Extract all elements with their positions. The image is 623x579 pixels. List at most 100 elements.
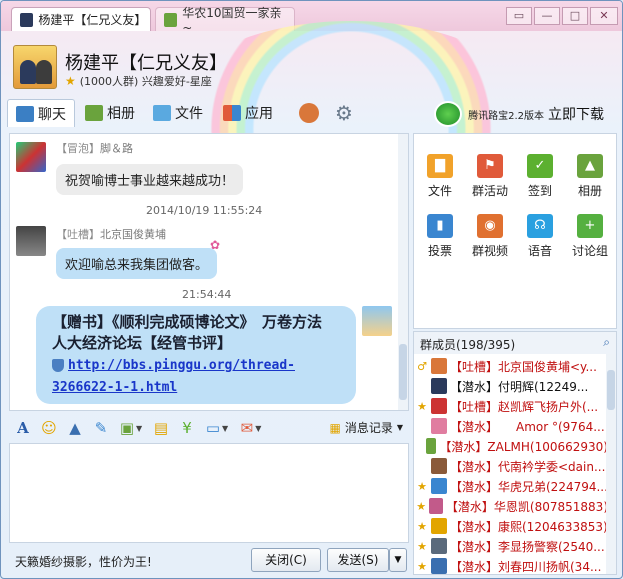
member-list-header: 群成员(198/395): [414, 332, 616, 354]
tab-album[interactable]: 相册: [85, 99, 135, 127]
member-avatar: [431, 418, 447, 434]
money-icon: ¥: [182, 419, 192, 437]
app-discussion[interactable]: + 讨论组: [566, 214, 614, 259]
chevron-down-icon: ▼: [255, 423, 262, 433]
member-row[interactable]: 【潜水】代南衿学委<dain...: [414, 456, 608, 476]
search-icon[interactable]: ⌕: [603, 335, 610, 350]
member-avatar: [431, 458, 447, 474]
group-tab-icon: [20, 12, 34, 27]
member-avatar: [431, 378, 447, 394]
member-row[interactable]: ★ 【潜水】华虎兄弟(224794...: [414, 476, 608, 496]
restore-button[interactable]: ▭: [506, 7, 532, 25]
member-row[interactable]: ♂ 【吐槽】北京国俊黄埔<y...: [414, 356, 608, 376]
member-badge-icon: ★: [417, 399, 427, 413]
member-badge-icon: ♂: [417, 359, 427, 373]
apps-icon: [223, 105, 241, 121]
send-button[interactable]: 发送(S): [327, 548, 389, 572]
chat-history[interactable]: 【冒泡】脚＆路 祝贺喻博士事业越来越成功！ 2014/10/19 11:55:2…: [9, 133, 409, 411]
ad-text[interactable]: 天籁婚纱摄影，性价为王!: [15, 553, 152, 570]
close-window-button[interactable]: ✕: [590, 7, 618, 25]
message-link[interactable]: http://bbs.pinggu.org/thread-3266622-1-1…: [52, 358, 295, 395]
member-avatar: [431, 558, 447, 574]
sender-name[interactable]: 北京国俊黄埔: [100, 228, 166, 241]
chevron-down-icon: ▼: [222, 423, 229, 433]
download-link[interactable]: 立即下载: [548, 104, 604, 124]
group-header: 杨建平【仁兄义友】 ★ (1000人群) 兴趣爱好-星座: [1, 21, 622, 201]
folder-icon: [153, 105, 171, 121]
message-input[interactable]: [9, 443, 409, 543]
send-options-button[interactable]: ▼: [389, 548, 407, 572]
member-name: 【潜水】代南衿学委<dain...: [450, 459, 606, 474]
sender-name[interactable]: 脚＆路: [100, 142, 133, 155]
font-button[interactable]: A: [13, 418, 33, 438]
member-avatar: [429, 498, 443, 514]
tab-chat[interactable]: 聊天: [7, 99, 75, 127]
tab-apps-label: 应用: [245, 106, 273, 122]
settings-button[interactable]: ⚙: [335, 99, 353, 127]
download-banner[interactable]: 腾讯路宝2.2版本 立即下载: [434, 101, 604, 127]
app-album[interactable]: ▲ 相册: [566, 154, 614, 199]
app-voice[interactable]: ☊ 语音: [516, 214, 564, 259]
flag-icon: ⚑: [477, 154, 503, 178]
self-avatar[interactable]: [362, 306, 392, 336]
message-history-button[interactable]: ▦ 消息记录 ▼: [329, 419, 403, 436]
app-vote[interactable]: ▮ 投票: [416, 214, 464, 259]
tab-chat-label: 聊天: [38, 106, 66, 123]
member-name: 【吐槽】北京国俊黄埔<y...: [450, 359, 597, 374]
group-info: (1000人群) 兴趣爱好-星座: [79, 75, 212, 88]
chat-scrollbar[interactable]: [398, 134, 408, 410]
member-name: 【潜水】ZALMH(100662930): [439, 439, 608, 454]
message-bubble: 祝贺喻博士事业越来越成功！: [56, 164, 244, 195]
app-group-video[interactable]: ◉ 群视频: [466, 214, 514, 259]
group-name: 杨建平【仁兄义友】: [65, 53, 227, 74]
magic-button[interactable]: ▲: [65, 418, 85, 438]
minimize-button[interactable]: —: [534, 7, 560, 25]
app-label: 群视频: [471, 244, 508, 258]
image-icon: ▣: [119, 419, 135, 437]
maximize-button[interactable]: □: [562, 7, 588, 25]
album-icon: [85, 105, 103, 121]
member-row[interactable]: ★ 【潜水】华恩凯(807851883): [414, 496, 608, 516]
document-button[interactable]: ▤: [151, 418, 171, 438]
group-avatar[interactable]: [13, 45, 57, 89]
image-button[interactable]: ▣ ▼: [117, 418, 145, 438]
member-row[interactable]: ★ 【潜水】刘春四川扬帆(34...: [414, 556, 608, 574]
member-row[interactable]: 【潜水】ZALMH(100662930): [414, 436, 608, 456]
history-icon: ▦: [329, 420, 341, 435]
money-button[interactable]: ¥: [177, 418, 197, 438]
message-link-row: http://bbs.pinggu.org/thread-3266622-1-1…: [52, 354, 340, 398]
camera-icon: ◉: [477, 214, 503, 238]
app-checkin[interactable]: ✓ 签到: [516, 154, 564, 199]
sender-avatar[interactable]: [16, 142, 46, 172]
close-button[interactable]: 关闭(C): [251, 548, 321, 572]
emoji-button[interactable]: ☺: [39, 418, 59, 438]
member-row[interactable]: ★ 【潜水】李显扬警察(2540...: [414, 536, 608, 556]
member-badge-icon: ★: [417, 559, 427, 573]
chat-scrollbar-thumb[interactable]: [399, 344, 407, 400]
member-row[interactable]: 【潜水】付明辉(12249...: [414, 376, 608, 396]
screenshot-button[interactable]: ▭ ▼: [203, 418, 231, 438]
member-avatar: [431, 358, 447, 374]
member-scrollbar-thumb[interactable]: [607, 370, 615, 410]
member-row[interactable]: 【潜水】 Amor °(9764...: [414, 416, 608, 436]
app-label: 签到: [527, 184, 552, 198]
tab-file[interactable]: 文件: [153, 99, 203, 127]
gift-button[interactable]: ✉ ▼: [237, 418, 265, 438]
history-label: 消息记录: [344, 421, 393, 435]
member-name: 【潜水】华恩凯(807851883): [445, 499, 608, 514]
sender-avatar[interactable]: [16, 226, 46, 256]
tab-group-chat[interactable]: 杨建平【仁兄义友】: [11, 7, 151, 31]
app-file[interactable]: ▇ 文件: [416, 154, 464, 199]
tab-label: 杨建平【仁兄义友】: [38, 13, 147, 27]
tab-other-group[interactable]: 华农10国贸一家亲~: [155, 6, 295, 35]
app-label: 文件: [427, 184, 452, 198]
scribble-button[interactable]: ✎: [91, 418, 111, 438]
tab-apps[interactable]: 应用: [223, 99, 273, 127]
member-row[interactable]: ★ 【吐槽】赵凯辉飞扬户外(...: [414, 396, 608, 416]
app-group-activity[interactable]: ⚑ 群活动: [466, 154, 514, 199]
member-scrollbar[interactable]: [606, 354, 616, 574]
app-label: 相册: [577, 184, 602, 198]
window-controls: ▭ — □ ✕: [506, 7, 618, 25]
member-row[interactable]: ★ 【潜水】康熙(1204633853): [414, 516, 608, 536]
add-member-button[interactable]: [299, 99, 323, 127]
